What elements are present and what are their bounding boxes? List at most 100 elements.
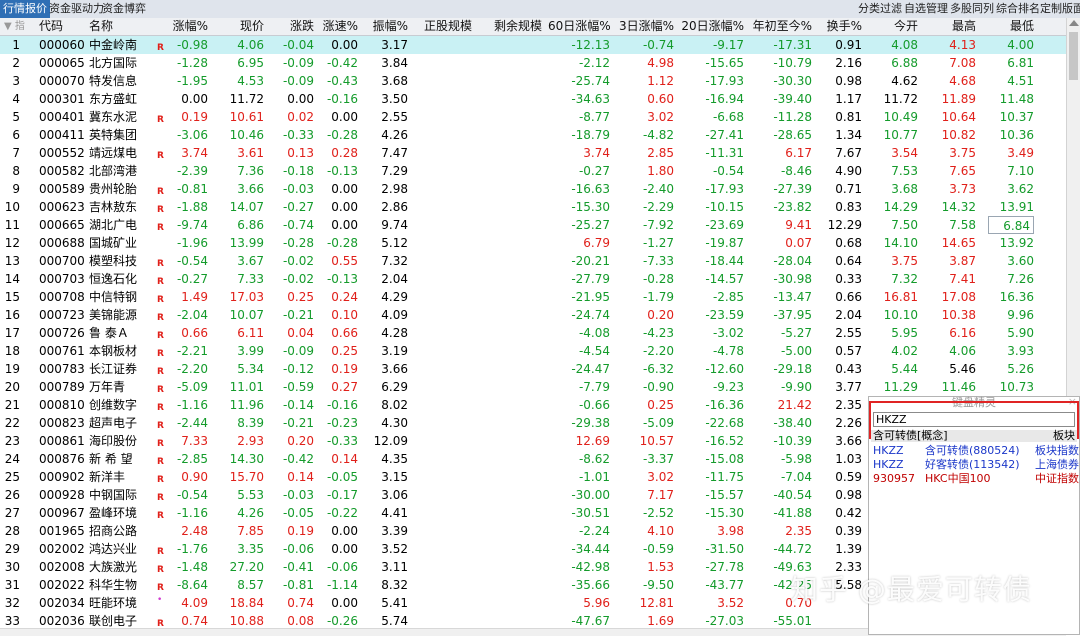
cell-low: 13.92	[999, 236, 1034, 250]
cell-turn: 0.83	[835, 200, 862, 214]
cell-turn: 7.67	[835, 146, 862, 160]
keyboard-wizard-input[interactable]	[873, 412, 1075, 427]
cell-name: 新 希 望	[89, 452, 133, 466]
cell-code: 000703	[39, 272, 85, 286]
cell-turn: 2.04	[835, 308, 862, 322]
col-stock-scale[interactable]: 正股规模	[420, 18, 472, 35]
cell-code: 002008	[39, 560, 85, 574]
table-row[interactable]: 16 000723 美锦能源 R -2.04 10.07 -0.21 0.10 4.09 -24.…	[0, 306, 1066, 324]
cell-diff: 0.25	[287, 290, 314, 304]
cell-low: 5.26	[1007, 362, 1034, 376]
cell-amp: 4.30	[381, 416, 408, 430]
cell-diff: -0.28	[282, 236, 314, 250]
tab-quote[interactable]: 行情报价	[0, 0, 50, 18]
keyboard-wizard-result-item[interactable]: 930957 HKC中国100 中证指数	[871, 472, 1079, 486]
col-low[interactable]: 最低	[998, 18, 1034, 35]
col-change-pct[interactable]: 涨幅%	[160, 18, 208, 35]
cell-code: 000665	[39, 218, 85, 232]
col-20d[interactable]: 20日涨幅%	[680, 18, 744, 35]
table-row[interactable]: 3 000070 特发信息 -1.95 4.53 -0.09 -0.43 3.68 -25.74…	[0, 72, 1066, 90]
cell-d20: -15.57	[705, 488, 744, 502]
cell-ytd: -5.98	[780, 452, 812, 466]
col-remaining-scale[interactable]: 剩余规模	[488, 18, 542, 35]
cell-amp: 2.55	[381, 110, 408, 124]
table-row[interactable]: 17 000726 鲁 泰Ａ R 0.66 6.11 0.04 0.66 4.28 -4.08 -4…	[0, 324, 1066, 342]
table-row[interactable]: 11 000665 湖北广电 R -9.74 6.86 -0.74 0.00 9.74 -25.2…	[0, 216, 1066, 234]
cell-price: 11.01	[229, 380, 264, 394]
cell-name: 美锦能源	[89, 308, 138, 322]
col-turnover[interactable]: 换手%	[820, 18, 862, 35]
table-row[interactable]: 4 000301 东方盛虹 0.00 11.72 0.00 -0.16 3.50 -34.63 0…	[0, 90, 1066, 108]
table-row[interactable]: 15 000708 中信特钢 R 1.49 17.03 0.25 0.24 4.29 -21.95…	[0, 288, 1066, 306]
cell-code: 000401	[39, 110, 85, 124]
cell-price: 3.35	[237, 542, 264, 556]
cell-price: 4.06	[237, 38, 264, 52]
col-price[interactable]: 现价	[220, 18, 264, 35]
table-row[interactable]: 19 000783 长江证券 R -2.20 5.34 -0.12 0.19 3.66 -24.4…	[0, 360, 1066, 378]
table-row[interactable]: 12 000688 国城矿业 -1.96 13.99 -0.28 -0.28 5.12 6.79…	[0, 234, 1066, 252]
col-index[interactable]: ▼ 指	[4, 18, 28, 35]
col-60d[interactable]: 60日涨幅%	[548, 18, 611, 35]
cell-turn: 3.66	[835, 434, 862, 448]
table-row[interactable]: 9 000589 贵州轮胎 R -0.81 3.66 -0.03 0.00 2.98 -16.63…	[0, 180, 1066, 198]
cell-speed: -0.17	[326, 488, 358, 502]
tab-fund-game[interactable]: 资金博弈	[99, 0, 149, 18]
table-row[interactable]: 14 000703 恒逸石化 R -0.27 7.33 -0.02 -0.13 2.04 -27.…	[0, 270, 1066, 288]
table-row[interactable]: 7 000552 靖远煤电 R 3.74 3.61 0.13 0.28 7.47 3.74 2.85…	[0, 144, 1066, 162]
col-change[interactable]: 涨跌	[280, 18, 314, 35]
col-ytd[interactable]: 年初至今%	[750, 18, 812, 35]
keyboard-wizard-result-item[interactable]: HKZZ 好客转债(113542) 上海债券	[871, 458, 1079, 472]
table-row[interactable]: 8 000582 北部湾港 -2.39 7.36 -0.18 -0.13 7.29 -0.27 1…	[0, 162, 1066, 180]
cell-turn: 0.81	[835, 110, 862, 124]
col-code[interactable]: 代码	[39, 18, 63, 35]
cell-speed: 0.66	[331, 326, 358, 340]
table-row[interactable]: 10 000623 吉林敖东 R -1.88 14.07 -0.27 0.00 2.86 -15.…	[0, 198, 1066, 216]
cell-diff: 0.14	[287, 470, 314, 484]
cell-ytd: 21.42	[777, 398, 812, 412]
cell-diff: -0.21	[282, 416, 314, 430]
table-row[interactable]: 20 000789 万年青 R -5.09 11.01 -0.59 0.27 6.29 -7.79…	[0, 378, 1066, 396]
cell-turn: 1.39	[835, 542, 862, 556]
scroll-up-arrow-icon[interactable]	[1069, 20, 1079, 26]
table-row[interactable]: 13 000700 模塑科技 R -0.54 3.67 -0.02 0.55 7.32 -20.2…	[0, 252, 1066, 270]
col-name[interactable]: 名称	[89, 18, 113, 35]
keyboard-wizard-result-item[interactable]: HKZZ 含可转债(880524) 板块指数	[871, 444, 1079, 458]
cell-diff: 0.19	[287, 524, 314, 538]
keyboard-wizard-category[interactable]: 含可转债[概念] 板块	[871, 430, 1077, 442]
table-row[interactable]: 18 000761 本钢板材 R -2.21 3.99 -0.09 0.25 3.19 -4.54…	[0, 342, 1066, 360]
cell-name: 长江证券	[89, 362, 138, 376]
cell-speed: 0.00	[331, 542, 358, 556]
cell-turn: 1.03	[835, 452, 862, 466]
cell-turn: 1.17	[835, 92, 862, 106]
col-amplitude[interactable]: 振幅%	[366, 18, 408, 35]
cell-amp: 4.35	[381, 452, 408, 466]
cell-chg: -1.28	[176, 56, 208, 70]
cell-price: 3.99	[237, 344, 264, 358]
cell-chg: -1.88	[176, 200, 208, 214]
col-open[interactable]: 今开	[882, 18, 918, 35]
cell-d3: 1.80	[647, 164, 674, 178]
tab-multi-stock[interactable]: 多股同列	[950, 0, 994, 18]
table-row[interactable]: 1 000060 中金岭南 R -0.98 4.06 -0.04 0.00 3.17 -12.13…	[0, 36, 1066, 54]
tab-overall-rank[interactable]: 综合排名	[996, 0, 1040, 18]
scrollbar-thumb[interactable]	[1069, 32, 1078, 80]
cell-amp: 3.50	[381, 92, 408, 106]
cell-price: 7.85	[237, 524, 264, 538]
tab-watchlist-manage[interactable]: 自选管理	[904, 0, 948, 18]
cell-n: 7	[12, 146, 20, 160]
col-3d[interactable]: 3日涨幅%	[616, 18, 674, 35]
cell-chg: 0.66	[181, 326, 208, 340]
cell-d60: -18.79	[571, 128, 610, 142]
tab-fund-drive[interactable]: 资金驱动力	[46, 0, 107, 18]
tab-custom-layout[interactable]: 定制版面	[1040, 0, 1080, 18]
cell-d60: -8.62	[578, 452, 610, 466]
table-row[interactable]: 5 000401 冀东水泥 R 0.19 10.61 0.02 0.00 2.55 -8.77 3.…	[0, 108, 1066, 126]
cell-chg: -8.64	[176, 578, 208, 592]
col-high[interactable]: 最高	[938, 18, 976, 35]
table-row[interactable]: 6 000411 英特集团 -3.06 10.46 -0.33 -0.28 4.26 -18.7…	[0, 126, 1066, 144]
table-row[interactable]: 2 000065 北方国际 -1.28 6.95 -0.09 -0.42 3.84 -2.12 4…	[0, 54, 1066, 72]
col-speed[interactable]: 涨速%	[318, 18, 358, 35]
cell-d60: -29.38	[571, 416, 610, 430]
tab-category-filter[interactable]: 分类过滤	[858, 0, 902, 18]
cell-turn: 2.55	[835, 326, 862, 340]
